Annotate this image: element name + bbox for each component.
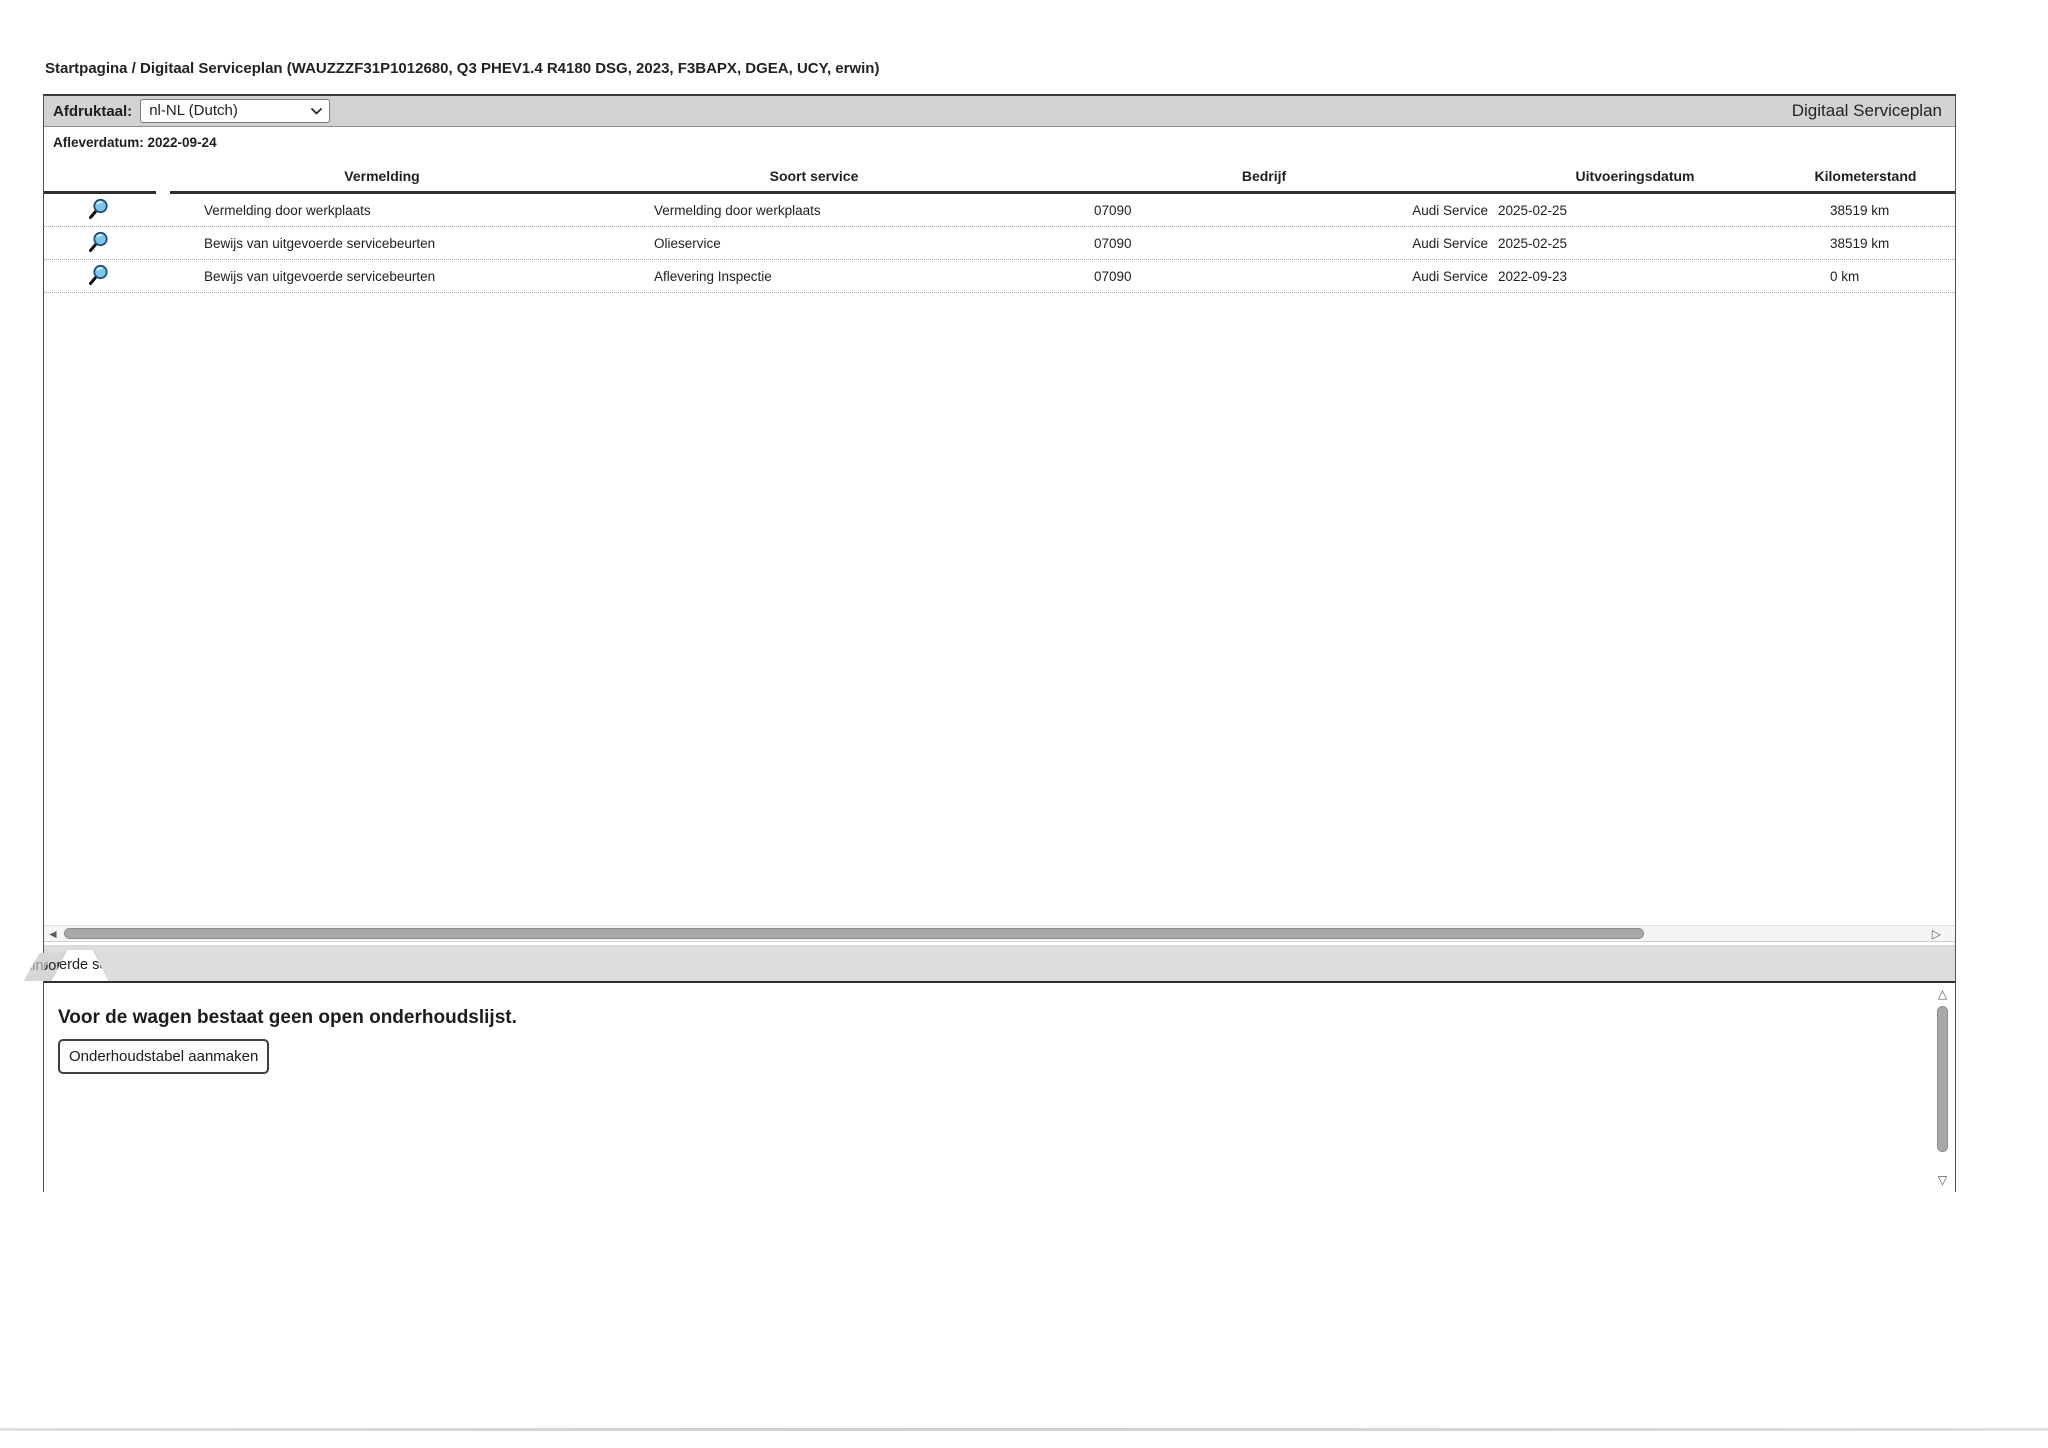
table-header-vermelding: Vermelding [170, 168, 594, 194]
print-language-select[interactable]: nl-NL (Dutch) [140, 99, 331, 123]
print-language-label: Afdruktaal: [53, 102, 133, 120]
cell-vermelding: Bewijs van uitgevoerde servicebeurten [204, 268, 436, 284]
table-header-bedrijf: Bedrijf [1034, 168, 1494, 194]
table-header-soort-service: Soort service [594, 168, 1034, 194]
row-details-magnifier-icon[interactable] [87, 230, 113, 256]
cell-soort-service: Vermelding door werkplaats [654, 202, 821, 218]
table-header-row: Vermelding Soort service Bedrijf Uitvoer… [44, 160, 1955, 194]
cell-uitvoeringsdatum: 2022-09-23 [1498, 268, 1568, 284]
delivery-date: Afleverdatum: 2022-09-24 [53, 135, 217, 150]
no-open-maintenance-message: Voor de wagen bestaat geen open onderhou… [58, 1007, 517, 1028]
cell-kilometerstand: 0 km [1830, 268, 1860, 284]
scroll-right-icon[interactable]: ▷ [1932, 927, 1941, 941]
bedrijf-naam: Audi Service [1412, 202, 1488, 218]
bedrijf-code: 07090 [1094, 235, 1132, 251]
table-header-icon-column [44, 184, 156, 194]
print-language-selected-value: nl-NL (Dutch) [149, 102, 238, 119]
vertical-scrollbar-thumb[interactable] [1937, 1006, 1948, 1152]
bedrijf-naam: Audi Service [1412, 235, 1488, 251]
bedrijf-code: 07090 [1094, 202, 1132, 218]
table-row: Bewijs van uitgevoerde servicebeurten Af… [44, 260, 1955, 293]
row-details-magnifier-icon[interactable] [87, 197, 113, 223]
serviceplan-page: Startpagina / Digitaal Serviceplan (WAUZ… [0, 0, 2048, 1448]
horizontal-scrollbar-thumb[interactable] [64, 928, 1644, 939]
cell-bedrijf: 07090 Audi Service [1034, 236, 1494, 251]
scroll-up-icon[interactable]: △ [1935, 987, 1950, 1001]
cell-bedrijf: 07090 Audi Service [1034, 203, 1494, 218]
serviceplan-panel: Afdruktaal: nl-NL (Dutch) Digitaal Servi… [43, 94, 1956, 1192]
cell-kilometerstand: 38519 km [1830, 202, 1890, 218]
cell-kilometerstand: 38519 km [1830, 235, 1890, 251]
row-details-magnifier-icon[interactable] [87, 263, 113, 289]
open-maintenance-pane: Voor de wagen bestaat geen open onderhou… [44, 985, 1955, 1192]
cell-vermelding: Vermelding door werkplaats [204, 202, 371, 218]
chevron-down-icon [311, 108, 323, 115]
create-maintenance-table-button[interactable]: Onderhoudstabel aanmaken [58, 1039, 270, 1074]
vertical-scrollbar[interactable]: △ ▽ [1934, 987, 1951, 1187]
table-row: Vermelding door werkplaats Vermelding do… [44, 194, 1955, 227]
cell-uitvoeringsdatum: 2025-02-25 [1498, 235, 1568, 251]
cell-uitvoeringsdatum: 2025-02-25 [1498, 202, 1568, 218]
cell-bedrijf: 07090 Audi Service [1034, 269, 1494, 284]
page-title: Digitaal Serviceplan [1791, 101, 1942, 120]
panel-header-bar: Afdruktaal: nl-NL (Dutch) Digitaal Servi… [44, 96, 1955, 127]
table-header-uitvoeringsdatum: Uitvoeringsdatum [1494, 168, 1776, 194]
bedrijf-naam: Audi Service [1412, 268, 1488, 284]
breadcrumb[interactable]: Startpagina / Digitaal Serviceplan (WAUZ… [45, 60, 879, 77]
cell-soort-service: Olieservice [654, 235, 721, 251]
cell-vermelding: Bewijs van uitgevoerde servicebeurten [204, 235, 436, 251]
scroll-left-icon[interactable]: ◄ [47, 927, 59, 941]
scroll-down-icon[interactable]: ▽ [1935, 1173, 1950, 1187]
table-header-kilometerstand: Kilometerstand [1776, 168, 1955, 194]
horizontal-scrollbar[interactable]: ◄ ▷ [44, 925, 1955, 942]
bedrijf-code: 07090 [1094, 268, 1132, 284]
tab-strip: Bewijs van uitgevoerde servicebeurten (O… [44, 945, 1955, 983]
cell-soort-service: Aflevering Inspectie [654, 268, 772, 284]
table-row: Bewijs van uitgevoerde servicebeurten Ol… [44, 227, 1955, 260]
scan-artifact-line [0, 1428, 2048, 1431]
